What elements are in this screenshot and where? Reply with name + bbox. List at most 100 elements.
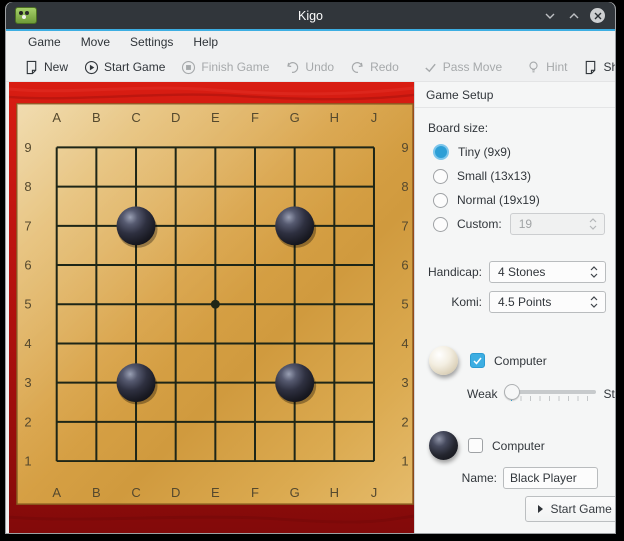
- player-name-input[interactable]: [503, 467, 598, 489]
- svg-text:9: 9: [24, 140, 31, 155]
- svg-text:1: 1: [24, 454, 31, 469]
- svg-text:D: D: [171, 485, 180, 500]
- document-icon: [583, 60, 598, 75]
- svg-text:F: F: [251, 485, 259, 500]
- svg-text:1: 1: [401, 454, 408, 469]
- minimize-icon[interactable]: [542, 8, 558, 24]
- menu-game[interactable]: Game: [18, 32, 71, 52]
- white-stone-image: [429, 346, 458, 375]
- undo-button[interactable]: Undo: [277, 57, 342, 78]
- maximize-icon[interactable]: [566, 8, 582, 24]
- titlebar[interactable]: Kigo: [6, 2, 615, 29]
- svg-text:E: E: [211, 485, 220, 500]
- menu-settings[interactable]: Settings: [120, 32, 183, 52]
- svg-text:3: 3: [24, 375, 31, 390]
- svg-text:A: A: [52, 110, 61, 125]
- spinner-arrows-icon[interactable]: [589, 218, 604, 230]
- svg-text:D: D: [171, 110, 180, 125]
- play-circle-icon: [84, 60, 99, 75]
- radio-circle[interactable]: [433, 217, 448, 232]
- go-board-svg: A A B B C C D D E E F F G G H H J J 9 9 8 8 7 7 6 6 5 5 4 4 3 3 2 2 1 1: [9, 82, 414, 534]
- finish-game-button[interactable]: Finish Game: [173, 57, 277, 78]
- svg-text:5: 5: [401, 297, 408, 312]
- svg-text:G: G: [290, 485, 300, 500]
- svg-text:7: 7: [24, 218, 31, 233]
- menubar: Game Move Settings Help: [6, 31, 615, 53]
- svg-text:J: J: [371, 110, 377, 125]
- radio-tiny[interactable]: Tiny (9x9): [433, 144, 616, 160]
- go-stone-black: [275, 363, 314, 402]
- svg-text:4: 4: [24, 336, 31, 351]
- svg-text:8: 8: [24, 179, 31, 194]
- svg-text:J: J: [371, 485, 377, 500]
- svg-text:A: A: [52, 485, 61, 500]
- toolbar: New Start Game Finish Game Undo Redo Pas…: [6, 53, 615, 82]
- radio-circle[interactable]: [433, 193, 448, 208]
- strength-slider-row: Weak Strong: [467, 383, 616, 405]
- show-move-numbers-button[interactable]: Show Move Numbers: [575, 57, 616, 78]
- svg-text:B: B: [92, 110, 101, 125]
- go-board[interactable]: A A B B C C D D E E F F G G H H J J 9 9 8 8 7 7 6 6 5 5 4 4 3 3 2 2 1 1: [6, 82, 414, 533]
- radio-circle[interactable]: [433, 144, 449, 160]
- spinner-arrows-icon[interactable]: [590, 266, 605, 278]
- menu-move[interactable]: Move: [71, 32, 120, 52]
- pass-move-button[interactable]: Pass Move: [415, 57, 510, 78]
- svg-text:8: 8: [401, 179, 408, 194]
- svg-text:F: F: [251, 110, 259, 125]
- start-game-panel-button[interactable]: Start Game: [525, 496, 616, 522]
- svg-text:C: C: [131, 485, 140, 500]
- komi-row: Komi: 4.5 Points: [420, 291, 616, 313]
- svg-text:2: 2: [24, 414, 31, 429]
- strength-slider[interactable]: [504, 383, 596, 405]
- game-setup-panel: Game Setup ◇ Board size: Tiny (9x9) Smal…: [414, 82, 616, 533]
- name-row: Name:: [420, 467, 616, 489]
- svg-text:G: G: [290, 110, 300, 125]
- white-player-row: Computer: [429, 346, 616, 375]
- black-computer-label: Computer: [492, 439, 545, 453]
- panel-title: Game Setup: [426, 88, 493, 102]
- hint-button[interactable]: Hint: [518, 57, 575, 78]
- handicap-spinbox[interactable]: 4 Stones: [489, 261, 606, 283]
- svg-text:H: H: [330, 485, 339, 500]
- black-player-row: Computer: [429, 431, 616, 460]
- weak-label: Weak: [467, 387, 497, 401]
- svg-text:7: 7: [401, 218, 408, 233]
- checkmark-icon: [423, 60, 438, 75]
- play-arrow-icon: [538, 505, 543, 513]
- new-button[interactable]: New: [16, 57, 76, 78]
- white-computer-checkbox[interactable]: [470, 353, 485, 368]
- menu-help[interactable]: Help: [183, 32, 228, 52]
- svg-text:B: B: [92, 485, 101, 500]
- name-label: Name:: [420, 471, 497, 485]
- svg-text:3: 3: [401, 375, 408, 390]
- svg-text:6: 6: [24, 258, 31, 273]
- handicap-label: Handicap:: [420, 265, 482, 279]
- svg-text:4: 4: [401, 336, 408, 351]
- komi-spinbox[interactable]: 4.5 Points: [489, 291, 606, 313]
- custom-size-spinbox[interactable]: 19: [510, 213, 605, 235]
- svg-text:H: H: [330, 110, 339, 125]
- handicap-row: Handicap: 4 Stones: [420, 261, 616, 283]
- svg-text:2: 2: [401, 414, 408, 429]
- go-stone-black: [275, 206, 314, 245]
- radio-custom[interactable]: Custom: 19: [433, 216, 616, 232]
- svg-text:9: 9: [401, 140, 408, 155]
- go-stone-black: [117, 206, 156, 245]
- komi-label: Komi:: [420, 295, 482, 309]
- radio-small[interactable]: Small (13x13): [433, 168, 616, 184]
- spinner-arrows-icon[interactable]: [590, 296, 605, 308]
- black-computer-checkbox[interactable]: [468, 438, 483, 453]
- svg-text:5: 5: [24, 297, 31, 312]
- stop-circle-icon: [181, 60, 196, 75]
- radio-normal[interactable]: Normal (19x19): [433, 192, 616, 208]
- strong-label: Strong: [603, 387, 616, 401]
- svg-text:6: 6: [401, 258, 408, 273]
- svg-text:E: E: [211, 110, 220, 125]
- panel-header[interactable]: Game Setup ◇: [415, 82, 616, 108]
- close-icon[interactable]: [590, 8, 605, 23]
- radio-circle[interactable]: [433, 169, 448, 184]
- window-title: Kigo: [6, 9, 615, 23]
- svg-text:C: C: [131, 110, 140, 125]
- redo-button[interactable]: Redo: [342, 57, 407, 78]
- start-game-button[interactable]: Start Game: [76, 57, 173, 78]
